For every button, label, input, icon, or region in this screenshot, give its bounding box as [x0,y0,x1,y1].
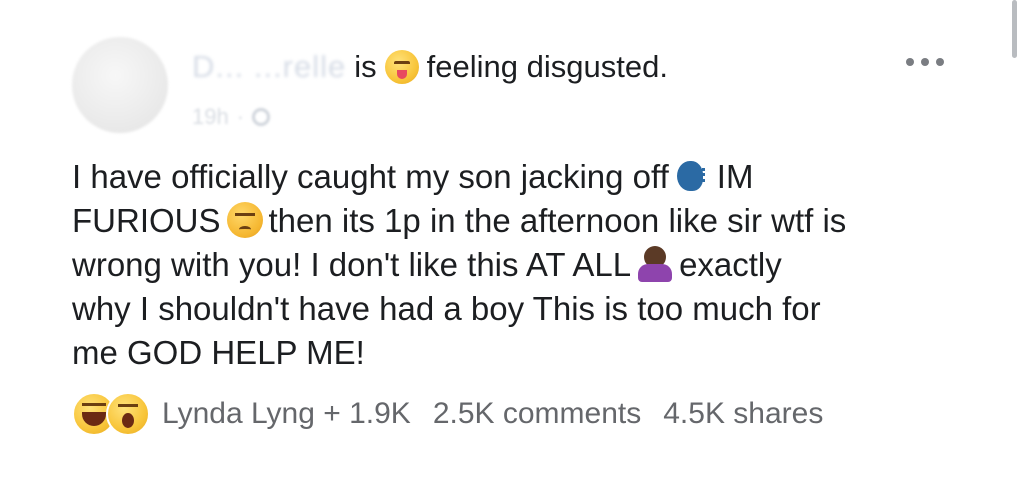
body-text-segment: IM [716,158,754,195]
wow-reaction-icon [106,392,150,436]
reaction-icons[interactable] [72,392,150,436]
no-gesture-icon [637,246,673,282]
feeling-text: feeling disgusted. [426,49,668,84]
body-text-segment: me GOD HELP ME! [72,334,365,371]
post-footer: Lynda Lyng + 1.9K 2.5K comments 4.5K sha… [72,392,823,436]
post-body-line: I have officially caught my son jacking … [72,155,962,199]
more-dot [906,58,914,66]
post-meta: 19h · [192,104,271,130]
angry-face-icon [226,202,263,238]
facebook-post: D... ...relle is feeling disgusted. 19h … [0,0,1024,499]
more-dot [921,58,929,66]
post-body-line: me GOD HELP ME! [72,331,962,375]
comments-count[interactable]: 2.5K comments [433,397,641,431]
author-name[interactable]: D... ...relle [192,49,346,85]
post-timestamp[interactable]: 19h [192,104,229,130]
post-body-line: FURIOUS then its 1p in the afternoon like… [72,199,962,243]
post-body-line: why I shouldn't have had a boy This is t… [72,287,962,331]
body-text-segment: exactly [679,246,782,283]
body-text-segment: FURIOUS [72,202,221,239]
body-text-segment: then its 1p in the afternoon like sir wt… [268,202,847,239]
post-body-line: wrong with you! I don't like this AT ALL… [72,243,962,287]
body-text-segment: why I shouldn't have had a boy This is t… [72,290,821,327]
reactors-count[interactable]: Lynda Lyng + 1.9K [162,397,411,431]
disgusted-emoji-icon [384,50,419,84]
shares-count[interactable]: 4.5K shares [663,397,823,431]
activity-verb: is [354,49,377,84]
speaking-head-icon [675,158,711,194]
more-dot [936,58,944,66]
meta-separator: · [236,104,245,129]
globe-icon[interactable] [252,108,271,126]
body-text-segment: I have officially caught my son jacking … [72,158,669,195]
scrollbar[interactable] [1012,0,1017,58]
post-body: I have officially caught my son jacking … [72,155,962,375]
body-text-segment: wrong with you! I don't like this AT ALL [72,246,632,283]
post-header: D... ...relle is feeling disgusted. [192,47,668,87]
more-options-icon[interactable] [906,58,944,66]
avatar[interactable] [72,37,168,133]
